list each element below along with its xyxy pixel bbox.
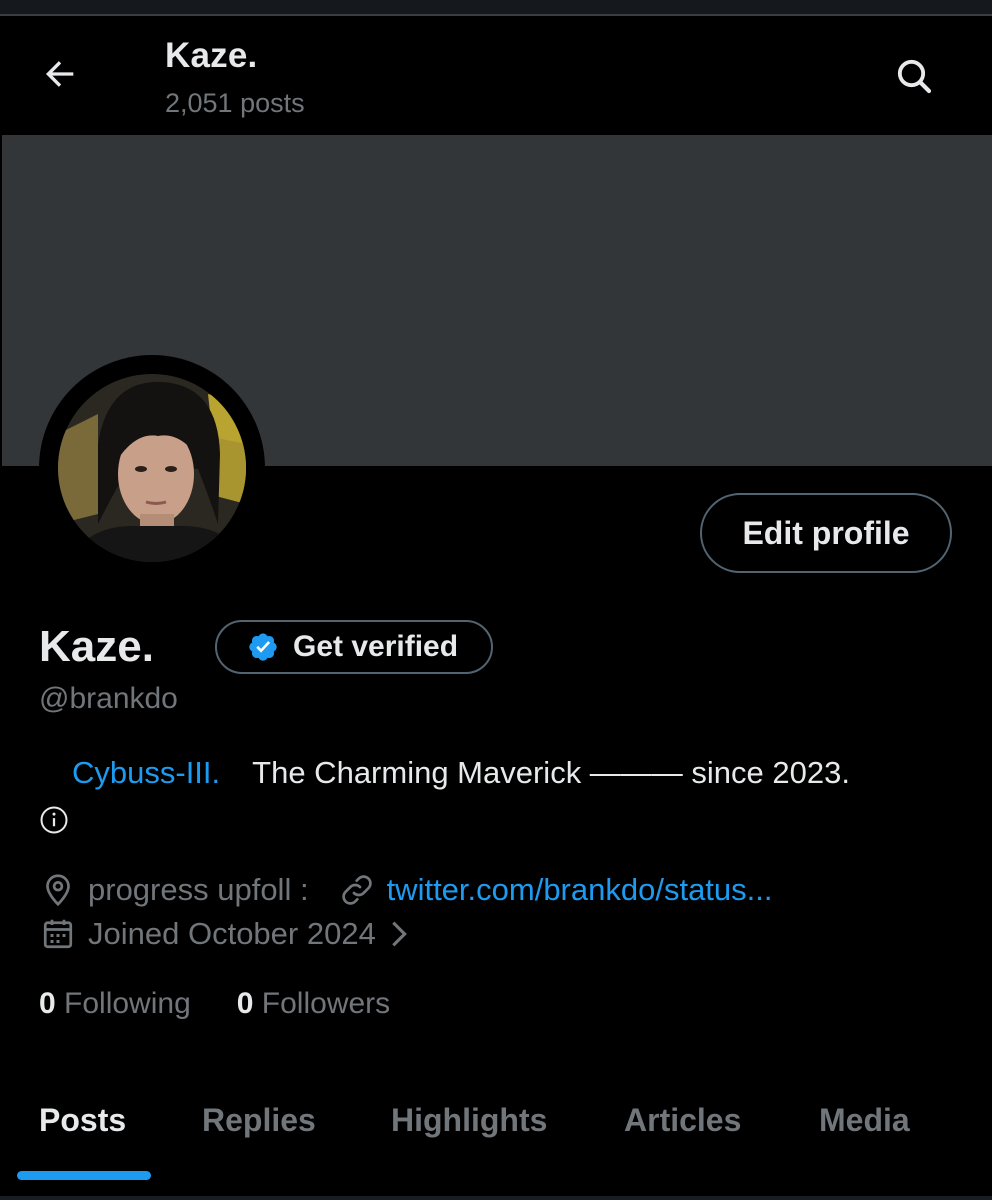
avatar-photo — [58, 374, 246, 562]
link-icon — [339, 872, 375, 908]
profile-header: Kaze. 2,051 posts — [0, 16, 992, 134]
arrow-left-icon — [45, 61, 74, 87]
following-count: 0 — [39, 987, 56, 1020]
tab-media[interactable]: Media — [819, 1102, 910, 1139]
followers-link[interactable]: 0 Followers — [237, 987, 390, 1021]
tabs-divider — [0, 1196, 992, 1200]
follow-stats: 0 Following 0 Followers — [39, 984, 436, 1024]
joined-text: Joined October 2024 — [88, 916, 376, 951]
followers-label: Followers — [261, 987, 391, 1020]
following-label: Following — [64, 987, 191, 1020]
calendar-icon — [40, 916, 76, 952]
tab-posts[interactable]: Posts — [39, 1102, 126, 1139]
header-title: Kaze. — [165, 36, 258, 75]
get-verified-button[interactable]: Get verified — [215, 620, 493, 674]
joined-row: Joined October 2024 — [40, 912, 412, 956]
tab-articles[interactable]: Articles — [624, 1102, 741, 1139]
profile-meta-row: progress upfoll : twitter.com/brankdo/st… — [40, 868, 773, 912]
back-button[interactable] — [30, 52, 90, 96]
search-button[interactable] — [886, 50, 942, 102]
top-status-strip — [0, 0, 992, 16]
tab-replies[interactable]: Replies — [202, 1102, 316, 1139]
user-handle: @brankdo — [39, 682, 178, 715]
tab-highlights[interactable]: Highlights — [391, 1102, 547, 1139]
search-icon — [897, 59, 932, 94]
verified-badge-icon — [247, 631, 279, 663]
location-text: progress upfoll : — [88, 872, 309, 907]
edit-profile-button[interactable]: Edit profile — [700, 493, 952, 573]
display-name: Kaze. — [39, 622, 154, 671]
active-tab-indicator — [17, 1171, 151, 1180]
bio-text: The Charming Maverick ——— since 2023. — [252, 755, 850, 790]
profile-tabs: Posts Replies Highlights Articles Media — [0, 1088, 992, 1188]
chevron-right-icon[interactable] — [386, 917, 412, 951]
avatar[interactable] — [58, 374, 246, 562]
bio-mention-link[interactable]: Cybuss-III. — [72, 755, 220, 790]
location-pin-icon — [40, 872, 76, 908]
followers-count: 0 — [236, 987, 254, 1020]
header-posts-count: 2,051 posts — [165, 88, 305, 118]
info-icon[interactable] — [39, 805, 69, 835]
website-link[interactable]: twitter.com/brankdo/status... — [387, 872, 773, 908]
profile-bio: Cybuss-III. The Charming Maverick ——— sin… — [72, 755, 850, 791]
following-link[interactable]: 0 Following — [39, 987, 191, 1021]
get-verified-label: Get verified — [293, 630, 459, 663]
